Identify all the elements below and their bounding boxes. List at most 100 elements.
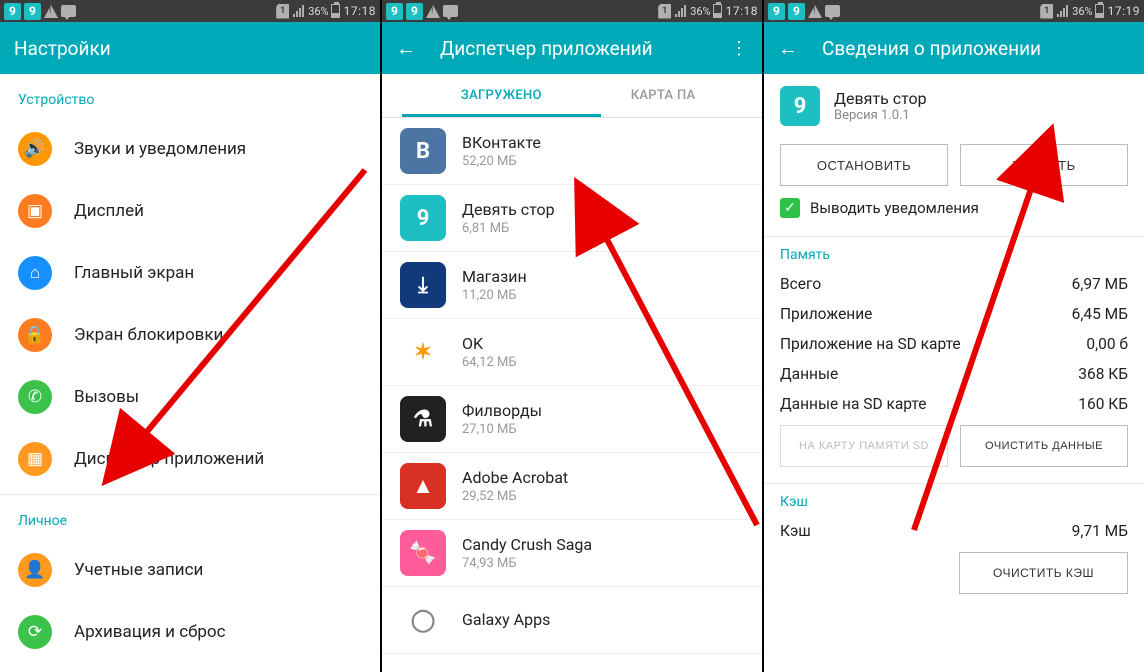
status-bar: 9 9 1 36% 17:18 — [382, 0, 762, 22]
battery-icon — [1095, 4, 1104, 18]
status-bar: 9 9 1 36% 17:19 — [764, 0, 1144, 22]
setting-label: Звуки и уведомления — [74, 139, 246, 159]
notif-icon: 9 — [24, 3, 41, 20]
stop-button[interactable]: ОСТАНОВИТЬ — [780, 144, 948, 186]
home-icon: ⌂ — [18, 256, 52, 290]
app-name: Филворды — [462, 401, 542, 420]
settings-item-homescreen[interactable]: ⌂ Главный экран — [0, 242, 380, 304]
setting-label: Дисплей — [74, 201, 144, 221]
app-row[interactable]: ⤓ Магазин 11,20 МБ — [382, 252, 762, 319]
setting-label: Диспетчер приложений — [74, 449, 264, 469]
app-row[interactable]: ✶OK64,12 МБ — [382, 319, 762, 386]
app-row[interactable]: 9Девять стор6,81 МБ — [382, 185, 762, 252]
app-icon: ⤓ — [400, 262, 446, 308]
appmanager-screen: 9 9 1 36% 17:18 ← Диспетчер приложений ⋮… — [382, 0, 762, 672]
row-cache: Кэш9,71 МБ — [764, 516, 1144, 546]
setting-label: Экран блокировки — [74, 325, 223, 345]
app-name: Adobe Acrobat — [462, 468, 568, 487]
app-version: Версия 1.0.1 — [834, 108, 927, 123]
app-name: Candy Crush Saga — [462, 535, 592, 554]
app-size: 27,10 МБ — [462, 422, 542, 437]
notif-icon: 9 — [406, 3, 423, 20]
phone-icon: ✆ — [18, 380, 52, 414]
display-icon: ▣ — [18, 194, 52, 228]
battery-indicator: 36% — [690, 4, 721, 18]
warning-icon — [426, 5, 440, 18]
app-row[interactable]: 🍬Candy Crush Saga74,93 МБ — [382, 520, 762, 587]
settings-item-appmgr[interactable]: ▦ Диспетчер приложений — [0, 428, 380, 490]
uninstall-button[interactable]: УДАЛИТЬ — [960, 144, 1128, 186]
settings-item-calls[interactable]: ✆ Вызовы — [0, 366, 380, 428]
tab-sdcard[interactable]: КАРТА ПА — [621, 74, 762, 117]
battery-icon — [331, 4, 340, 18]
app-header: 9 Девять стор Версия 1.0.1 — [764, 74, 1144, 138]
message-icon — [825, 5, 840, 17]
clock: 17:19 — [1108, 4, 1140, 18]
app-name: Магазин — [462, 267, 527, 286]
settings-item-accounts[interactable]: 👤 Учетные записи — [0, 539, 380, 601]
grid-icon: ▦ — [18, 442, 52, 476]
row-data: Данные368 КБ — [764, 359, 1144, 389]
app-icon: 🍬 — [400, 530, 446, 576]
section-header-personal: Личное — [0, 495, 380, 539]
signal-icon — [1057, 5, 1068, 17]
battery-indicator: 36% — [308, 4, 339, 18]
setting-label: Учетные записи — [74, 560, 203, 580]
appinfo-screen: 9 9 1 36% 17:19 ← Сведения о приложении … — [764, 0, 1144, 672]
app-row[interactable]: ⚗ Филворды 27,10 МБ — [382, 386, 762, 453]
tab-downloaded[interactable]: ЗАГРУЖЕНО — [382, 74, 621, 117]
settings-item-display[interactable]: ▣ Дисплей — [0, 180, 380, 242]
notifications-label: Выводить уведомления — [810, 199, 979, 217]
clear-data-button[interactable]: ОЧИСТИТЬ ДАННЫЕ — [960, 425, 1128, 467]
setting-label: Вызовы — [74, 387, 139, 407]
clear-cache-button[interactable]: ОЧИСТИТЬ КЭШ — [959, 552, 1128, 594]
app-list[interactable]: BВКонтакте52,20 МБ9Девять стор6,81 МБ⤓Ма… — [382, 118, 762, 672]
setting-label: Главный экран — [74, 263, 194, 283]
back-button[interactable]: ← — [778, 36, 798, 61]
section-header-cache: Кэш — [764, 484, 1144, 516]
app-icon: ⚗ — [400, 396, 446, 442]
app-icon: 9 — [780, 86, 820, 126]
app-row[interactable]: ◯Galaxy Apps — [382, 587, 762, 654]
app-row[interactable]: B ВКонтакте 52,20 МБ — [382, 118, 762, 185]
back-button[interactable]: ← — [396, 36, 416, 61]
sim-icon: 1 — [658, 4, 671, 19]
section-header-memory: Память — [764, 237, 1144, 269]
action-bar: Настройки — [0, 22, 380, 74]
page-title: Сведения о приложении — [822, 37, 1041, 60]
app-icon: B — [400, 128, 446, 174]
app-info-content[interactable]: 9 Девять стор Версия 1.0.1 ОСТАНОВИТЬ УД… — [764, 74, 1144, 672]
app-size: 11,20 МБ — [462, 288, 527, 303]
app-name: Девять стор — [462, 200, 555, 219]
move-sd-button[interactable]: НА КАРТУ ПАМЯТИ SD — [780, 425, 948, 467]
status-bar: 9 9 1 36% 17:18 — [0, 0, 380, 22]
settings-screen: 9 9 1 36% 17:18 Настройки Устройство 🔊 З… — [0, 0, 380, 672]
notifications-toggle[interactable]: ✓ Выводить уведомления — [764, 198, 1144, 232]
sound-icon: 🔊 — [18, 132, 52, 166]
app-size: 64,12 МБ — [462, 355, 517, 370]
notif-icon: 9 — [386, 3, 403, 20]
app-name: Девять стор — [834, 89, 927, 108]
action-bar: ← Сведения о приложении — [764, 22, 1144, 74]
app-icon: 9 — [400, 195, 446, 241]
app-name: ВКонтакте — [462, 133, 541, 152]
settings-item-lockscreen[interactable]: 🔒 Экран блокировки — [0, 304, 380, 366]
tabs: ЗАГРУЖЕНО КАРТА ПА — [382, 74, 762, 118]
message-icon — [443, 5, 458, 17]
action-bar: ← Диспетчер приложений ⋮ — [382, 22, 762, 74]
settings-item-sound[interactable]: 🔊 Звуки и уведомления — [0, 118, 380, 180]
app-icon: ✶ — [400, 329, 446, 375]
row-app-sd: Приложение на SD карте0,00 б — [764, 329, 1144, 359]
battery-indicator: 36% — [1072, 4, 1103, 18]
clock: 17:18 — [726, 4, 758, 18]
app-icon: ◯ — [400, 597, 446, 643]
app-size: 52,20 МБ — [462, 154, 541, 169]
overflow-menu-button[interactable]: ⋮ — [730, 38, 748, 59]
section-header-device: Устройство — [0, 74, 380, 118]
settings-item-backup[interactable]: ⟳ Архивация и сброс — [0, 601, 380, 663]
signal-icon — [675, 5, 686, 17]
app-size: 29,52 МБ — [462, 489, 568, 504]
settings-list[interactable]: Устройство 🔊 Звуки и уведомления ▣ Диспл… — [0, 74, 380, 672]
notif-icon: 9 — [768, 3, 785, 20]
app-row[interactable]: ▲Adobe Acrobat29,52 МБ — [382, 453, 762, 520]
